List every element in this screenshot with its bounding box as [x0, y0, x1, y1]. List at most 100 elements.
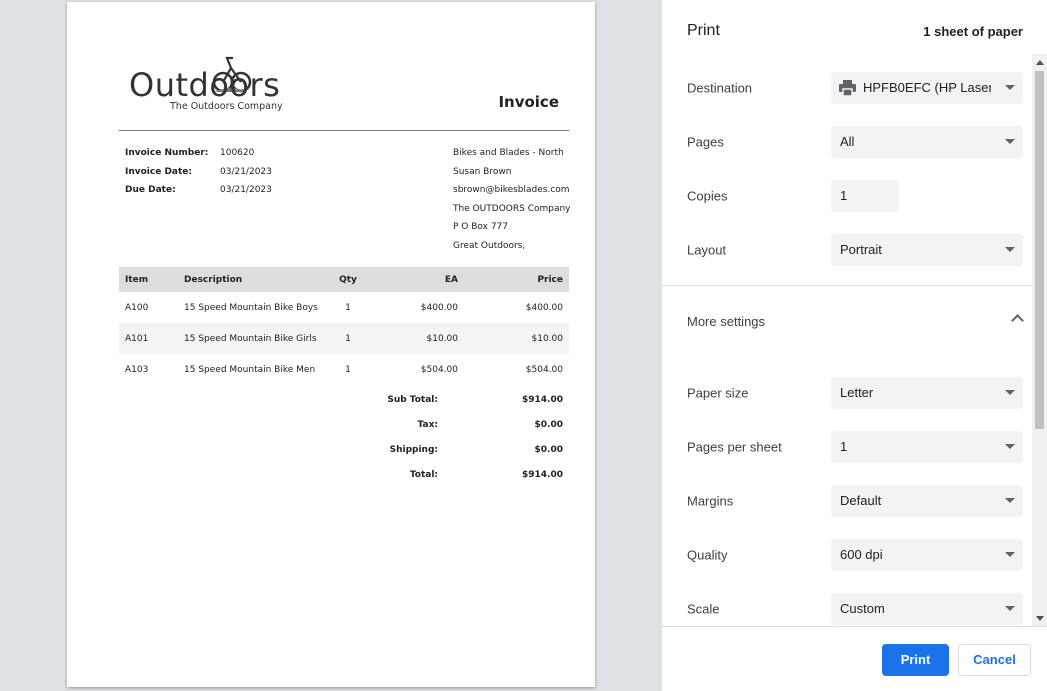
meta-row: Invoice Number: 100620 [125, 148, 272, 167]
col-header-price: Price [464, 267, 569, 292]
cell-price: $400.00 [525, 302, 563, 313]
logo-subtitle: The Outdoors Company [170, 101, 283, 112]
more-settings-toggle[interactable]: More settings [662, 297, 1032, 347]
preview-page: Outdoors The Outdoors Company Invoice In… [67, 2, 595, 687]
meta-value: 100620 [220, 148, 255, 158]
chevron-up-icon [1011, 314, 1024, 327]
panel-header: Print 1 sheet of paper [662, 0, 1047, 62]
scale-select[interactable]: Custom [831, 593, 1023, 625]
totals-value: $914.00 [522, 394, 563, 405]
totals-label: Tax: [417, 419, 438, 430]
logo-text: Outdoors [129, 66, 281, 104]
totals-block: Sub Total: $914.00 Tax: $0.00 Shipping: … [367, 387, 569, 487]
layout-row: Layout Portrait [662, 223, 1032, 277]
chevron-down-icon [1005, 247, 1015, 252]
scroll-up-arrow-icon[interactable] [1036, 60, 1044, 65]
scale-value: Custom [840, 601, 885, 616]
scrollbar-thumb[interactable] [1035, 71, 1044, 429]
address-line: Great Outdoors, [453, 240, 526, 251]
meta-label: Invoice Date: [125, 166, 193, 177]
invoice-title: Invoice [498, 93, 559, 111]
destination-select[interactable]: HPFB0EFC (HP LaserJet [831, 72, 1023, 104]
cell-item: A101 [119, 323, 178, 354]
paper-size-select[interactable]: Letter [831, 377, 1023, 409]
cell-description: 15 Speed Mountain Bike Boys [184, 302, 318, 313]
totals-label: Sub Total: [387, 394, 438, 405]
section-divider [662, 285, 1032, 286]
margins-row: Margins Default [662, 474, 1032, 528]
totals-row: Shipping: $0.00 [367, 437, 569, 462]
destination-row: Destination HPFB0EFC (HP LaserJet [662, 62, 1032, 115]
totals-row: Sub Total: $914.00 [367, 387, 569, 412]
chevron-down-icon [1005, 606, 1015, 611]
pages-per-sheet-select[interactable]: 1 [831, 431, 1023, 463]
address-line: P O Box 777 [453, 222, 509, 233]
settings-scrollbar[interactable] [1032, 54, 1047, 626]
pages-per-sheet-row: Pages per sheet 1 [662, 420, 1032, 474]
address-line: The OUTDOORS Company [453, 203, 571, 214]
table-row: A100 15 Speed Mountain Bike Boys 1 $400.… [119, 292, 569, 323]
layout-label: Layout [687, 242, 727, 258]
paper-size-label: Paper size [687, 385, 749, 401]
col-header-ea: EA [368, 267, 464, 292]
scroll-down-arrow-icon[interactable] [1036, 616, 1044, 621]
margins-select[interactable]: Default [831, 485, 1023, 517]
totals-row: Tax: $0.00 [367, 412, 569, 437]
meta-row: Invoice Date: 03/21/2023 [125, 167, 272, 186]
more-settings-label: More settings [687, 314, 766, 329]
quality-row: Quality 600 dpi [662, 528, 1032, 582]
cell-qty: 1 [328, 323, 368, 354]
pages-per-sheet-label: Pages per sheet [687, 439, 782, 455]
address-line: Bikes and Blades - North [453, 148, 564, 158]
cell-ea: $504.00 [420, 364, 458, 375]
pages-select[interactable]: All [831, 126, 1023, 158]
destination-label: Destination [687, 80, 753, 96]
copies-input[interactable]: 1 [831, 180, 899, 212]
paper-size-value: Letter [840, 385, 874, 400]
pages-per-sheet-value: 1 [840, 439, 848, 454]
sheet-count: 1 sheet of paper [923, 24, 1023, 39]
layout-value: Portrait [840, 242, 882, 257]
billing-address: Bikes and Blades - North Susan Brown sbr… [453, 148, 571, 260]
table-row: A103 15 Speed Mountain Bike Men 1 $504.0… [119, 354, 569, 385]
cell-description: 15 Speed Mountain Bike Men [184, 364, 316, 375]
chevron-down-icon [1005, 390, 1015, 395]
margins-label: Margins [687, 493, 734, 509]
print-button[interactable]: Print [882, 644, 949, 676]
cell-qty: 1 [345, 302, 351, 313]
panel-footer: Print Cancel [662, 626, 1047, 691]
meta-value: 03/21/2023 [220, 185, 272, 195]
print-preview-area: Outdoors The Outdoors Company Invoice In… [0, 0, 662, 691]
copies-label: Copies [687, 188, 728, 204]
cancel-button[interactable]: Cancel [958, 644, 1031, 676]
cell-description: 15 Speed Mountain Bike Girls [178, 323, 328, 354]
totals-row: Total: $914.00 [367, 462, 569, 487]
cell-price: $504.00 [525, 364, 563, 375]
pages-value: All [840, 134, 855, 149]
quality-value: 600 dpi [840, 547, 883, 562]
header-divider [119, 130, 569, 131]
pages-label: Pages [687, 134, 724, 150]
meta-label: Invoice Number: [125, 148, 209, 158]
totals-value: $0.00 [534, 444, 563, 455]
destination-value: HPFB0EFC (HP LaserJet [863, 80, 991, 95]
col-header-item: Item [119, 267, 178, 292]
table-row: A101 15 Speed Mountain Bike Girls 1 $10.… [119, 323, 569, 354]
cell-qty: 1 [345, 364, 351, 375]
copies-row: Copies 1 [662, 169, 1032, 223]
meta-row: Due Date: 03/21/2023 [125, 185, 272, 204]
totals-value: $914.00 [522, 469, 563, 480]
print-settings-panel: Print 1 sheet of paper Destination HPFB0… [662, 0, 1047, 691]
cell-price: $10.00 [464, 323, 569, 354]
layout-select[interactable]: Portrait [831, 234, 1023, 266]
quality-select[interactable]: 600 dpi [831, 539, 1023, 571]
chevron-down-icon [1005, 552, 1015, 557]
line-items-table: Item Description Qty EA Price A100 15 Sp… [119, 267, 569, 385]
invoice-meta: Invoice Number: 100620 Invoice Date: 03/… [125, 148, 272, 204]
col-header-qty: Qty [328, 267, 368, 292]
settings-scroll-area[interactable]: Destination HPFB0EFC (HP LaserJet Pages … [662, 62, 1047, 626]
pages-row: Pages All [662, 115, 1032, 169]
cell-ea: $400.00 [420, 302, 458, 313]
chevron-down-icon [1005, 498, 1015, 503]
totals-value: $0.00 [534, 419, 563, 430]
